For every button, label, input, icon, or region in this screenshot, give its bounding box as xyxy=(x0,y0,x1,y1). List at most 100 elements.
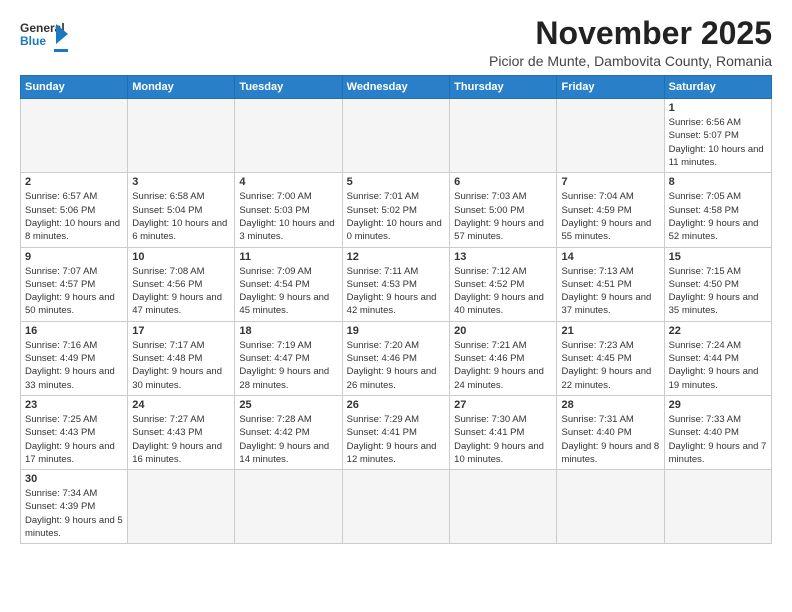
day-number: 13 xyxy=(454,251,552,263)
calendar-cell xyxy=(21,99,128,173)
calendar-cell: 29 Sunrise: 7:33 AMSunset: 4:40 PMDayligh… xyxy=(664,395,771,469)
day-number: 28 xyxy=(561,399,659,411)
day-info: Sunrise: 7:34 AMSunset: 4:39 PMDaylight:… xyxy=(25,487,123,540)
calendar-cell xyxy=(235,99,342,173)
calendar-cell: 2Sunrise: 6:57 AMSunset: 5:06 PMDaylight… xyxy=(21,173,128,247)
calendar-cell xyxy=(235,470,342,544)
day-number: 12 xyxy=(347,251,445,263)
day-info: Sunrise: 6:56 AMSunset: 5:07 PMDaylight:… xyxy=(669,116,767,169)
calendar-page: General Blue November 2025 Picior de Mun… xyxy=(0,0,792,612)
day-info: Sunrise: 7:12 AMSunset: 4:52 PMDaylight:… xyxy=(454,265,552,318)
day-number: 4 xyxy=(239,176,337,188)
calendar-cell: 10Sunrise: 7:08 AMSunset: 4:56 PMDayligh… xyxy=(128,247,235,321)
header: General Blue November 2025 Picior de Mun… xyxy=(20,16,772,69)
location-subtitle: Picior de Munte, Dambovita County, Roman… xyxy=(489,53,772,69)
logo: General Blue xyxy=(20,16,68,54)
day-info: Sunrise: 7:05 AMSunset: 4:58 PMDaylight:… xyxy=(669,190,767,243)
day-number: 10 xyxy=(132,251,230,263)
calendar-week-row: 1 Sunrise: 6:56 AMSunset: 5:07 PMDaylight… xyxy=(21,99,772,173)
calendar-cell xyxy=(664,470,771,544)
day-info: Sunrise: 7:21 AMSunset: 4:46 PMDaylight:… xyxy=(454,339,552,392)
day-info: Sunrise: 7:27 AMSunset: 4:43 PMDaylight:… xyxy=(132,413,230,466)
title-block: November 2025 Picior de Munte, Dambovita… xyxy=(489,16,772,69)
calendar-week-row: 23 Sunrise: 7:25 AMSunset: 4:43 PMDayligh… xyxy=(21,395,772,469)
calendar-cell: 26Sunrise: 7:29 AMSunset: 4:41 PMDayligh… xyxy=(342,395,449,469)
day-info: Sunrise: 7:28 AMSunset: 4:42 PMDaylight:… xyxy=(239,413,337,466)
day-number: 22 xyxy=(669,325,767,337)
calendar-cell: 1 Sunrise: 6:56 AMSunset: 5:07 PMDaylight… xyxy=(664,99,771,173)
day-info: Sunrise: 7:03 AMSunset: 5:00 PMDaylight:… xyxy=(454,190,552,243)
day-number: 19 xyxy=(347,325,445,337)
day-number: 25 xyxy=(239,399,337,411)
calendar-cell: 14Sunrise: 7:13 AMSunset: 4:51 PMDayligh… xyxy=(557,247,664,321)
day-number: 29 xyxy=(669,399,767,411)
calendar-cell xyxy=(557,470,664,544)
calendar-week-row: 16 Sunrise: 7:16 AMSunset: 4:49 PMDayligh… xyxy=(21,321,772,395)
day-info: Sunrise: 7:16 AMSunset: 4:49 PMDaylight:… xyxy=(25,339,123,392)
day-info: Sunrise: 7:11 AMSunset: 4:53 PMDaylight:… xyxy=(347,265,445,318)
calendar-cell: 17 Sunrise: 7:17 AMSunset: 4:48 PMDayligh… xyxy=(128,321,235,395)
calendar-cell: 11Sunrise: 7:09 AMSunset: 4:54 PMDayligh… xyxy=(235,247,342,321)
header-sunday: Sunday xyxy=(21,76,128,99)
day-number: 7 xyxy=(561,176,659,188)
calendar-cell: 12 Sunrise: 7:11 AMSunset: 4:53 PMDayligh… xyxy=(342,247,449,321)
calendar-cell: 24 Sunrise: 7:27 AMSunset: 4:43 PMDayligh… xyxy=(128,395,235,469)
day-number: 26 xyxy=(347,399,445,411)
calendar-cell: 6Sunrise: 7:03 AMSunset: 5:00 PMDaylight… xyxy=(450,173,557,247)
day-number: 15 xyxy=(669,251,767,263)
day-info: Sunrise: 7:25 AMSunset: 4:43 PMDaylight:… xyxy=(25,413,123,466)
day-info: Sunrise: 7:19 AMSunset: 4:47 PMDaylight:… xyxy=(239,339,337,392)
day-info: Sunrise: 7:33 AMSunset: 4:40 PMDaylight:… xyxy=(669,413,767,466)
month-title: November 2025 xyxy=(489,16,772,51)
day-number: 24 xyxy=(132,399,230,411)
day-number: 9 xyxy=(25,251,123,263)
day-number: 16 xyxy=(25,325,123,337)
calendar-cell: 21Sunrise: 7:23 AMSunset: 4:45 PMDayligh… xyxy=(557,321,664,395)
day-info: Sunrise: 7:01 AMSunset: 5:02 PMDaylight:… xyxy=(347,190,445,243)
day-info: Sunrise: 7:04 AMSunset: 4:59 PMDaylight:… xyxy=(561,190,659,243)
day-number: 5 xyxy=(347,176,445,188)
calendar-cell xyxy=(450,99,557,173)
day-number: 21 xyxy=(561,325,659,337)
day-info: Sunrise: 7:07 AMSunset: 4:57 PMDaylight:… xyxy=(25,265,123,318)
day-number: 23 xyxy=(25,399,123,411)
calendar-cell: 4 Sunrise: 7:00 AMSunset: 5:03 PMDaylight… xyxy=(235,173,342,247)
calendar-cell: 20 Sunrise: 7:21 AMSunset: 4:46 PMDayligh… xyxy=(450,321,557,395)
day-number: 8 xyxy=(669,176,767,188)
calendar-cell xyxy=(342,470,449,544)
header-friday: Friday xyxy=(557,76,664,99)
calendar-cell xyxy=(342,99,449,173)
day-number: 11 xyxy=(239,251,337,263)
day-info: Sunrise: 7:31 AMSunset: 4:40 PMDaylight:… xyxy=(561,413,659,466)
day-info: Sunrise: 7:17 AMSunset: 4:48 PMDaylight:… xyxy=(132,339,230,392)
day-info: Sunrise: 7:15 AMSunset: 4:50 PMDaylight:… xyxy=(669,265,767,318)
calendar-cell xyxy=(128,470,235,544)
day-number: 18 xyxy=(239,325,337,337)
calendar-week-row: 2Sunrise: 6:57 AMSunset: 5:06 PMDaylight… xyxy=(21,173,772,247)
calendar-week-row: 9 Sunrise: 7:07 AMSunset: 4:57 PMDaylight… xyxy=(21,247,772,321)
calendar-cell: 28 Sunrise: 7:31 AMSunset: 4:40 PMDayligh… xyxy=(557,395,664,469)
day-number: 27 xyxy=(454,399,552,411)
calendar-cell: 22Sunrise: 7:24 AMSunset: 4:44 PMDayligh… xyxy=(664,321,771,395)
calendar-cell: 15 Sunrise: 7:15 AMSunset: 4:50 PMDayligh… xyxy=(664,247,771,321)
day-number: 20 xyxy=(454,325,552,337)
calendar-cell: 18 Sunrise: 7:19 AMSunset: 4:47 PMDayligh… xyxy=(235,321,342,395)
calendar-cell: 25 Sunrise: 7:28 AMSunset: 4:42 PMDayligh… xyxy=(235,395,342,469)
header-thursday: Thursday xyxy=(450,76,557,99)
calendar-table: Sunday Monday Tuesday Wednesday Thursday… xyxy=(20,75,772,544)
day-info: Sunrise: 7:00 AMSunset: 5:03 PMDaylight:… xyxy=(239,190,337,243)
day-info: Sunrise: 6:57 AMSunset: 5:06 PMDaylight:… xyxy=(25,190,123,243)
calendar-cell: 30 Sunrise: 7:34 AMSunset: 4:39 PMDayligh… xyxy=(21,470,128,544)
day-info: Sunrise: 7:13 AMSunset: 4:51 PMDaylight:… xyxy=(561,265,659,318)
calendar-week-row: 30 Sunrise: 7:34 AMSunset: 4:39 PMDayligh… xyxy=(21,470,772,544)
calendar-cell xyxy=(557,99,664,173)
day-number: 30 xyxy=(25,473,123,485)
day-number: 3 xyxy=(132,176,230,188)
header-saturday: Saturday xyxy=(664,76,771,99)
calendar-cell: 13 Sunrise: 7:12 AMSunset: 4:52 PMDayligh… xyxy=(450,247,557,321)
calendar-cell: 16 Sunrise: 7:16 AMSunset: 4:49 PMDayligh… xyxy=(21,321,128,395)
weekday-header-row: Sunday Monday Tuesday Wednesday Thursday… xyxy=(21,76,772,99)
day-number: 17 xyxy=(132,325,230,337)
day-number: 1 xyxy=(669,102,767,114)
header-tuesday: Tuesday xyxy=(235,76,342,99)
